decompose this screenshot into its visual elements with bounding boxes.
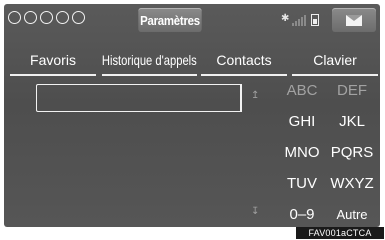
tab-contacts[interactable]: Contacts bbox=[201, 47, 287, 76]
battery-icon bbox=[311, 14, 320, 26]
input-cursor-bar bbox=[240, 84, 242, 112]
radio-dots bbox=[8, 11, 85, 24]
tab-favoris[interactable]: Favoris bbox=[10, 47, 96, 76]
key-mno[interactable]: MNO bbox=[282, 140, 322, 164]
envelope-icon bbox=[346, 14, 362, 26]
key-digits[interactable]: 0–9 bbox=[282, 202, 322, 226]
key-ghi[interactable]: GHI bbox=[282, 109, 322, 133]
number-input[interactable] bbox=[36, 84, 241, 112]
tab-label: Clavier bbox=[313, 52, 357, 68]
scroll-down-icon[interactable]: ↧ bbox=[251, 206, 259, 217]
dot-icon bbox=[72, 11, 85, 24]
key-abc[interactable]: ABC bbox=[282, 78, 322, 102]
key-def[interactable]: DEF bbox=[332, 78, 372, 102]
figure-id-label: FAV001aCTCA bbox=[296, 227, 384, 239]
tab-clavier[interactable]: Clavier bbox=[292, 47, 378, 76]
dot-icon bbox=[40, 11, 53, 24]
key-wxyz[interactable]: WXYZ bbox=[330, 171, 373, 195]
status-icons: ✱ bbox=[281, 12, 320, 26]
dot-icon bbox=[8, 11, 21, 24]
tab-label: Historique d'appels bbox=[102, 52, 197, 68]
tab-label: Contacts bbox=[216, 52, 272, 68]
signal-icon bbox=[292, 15, 307, 26]
settings-button[interactable]: Paramètres bbox=[138, 8, 202, 32]
key-other[interactable]: Autre bbox=[332, 202, 372, 226]
scroll-up-icon[interactable]: ↥ bbox=[251, 90, 259, 101]
dot-icon bbox=[56, 11, 69, 24]
key-tuv[interactable]: TUV bbox=[282, 171, 322, 195]
tab-label: Favoris bbox=[30, 52, 76, 68]
bluetooth-icon: ✱ bbox=[281, 13, 290, 24]
phone-screen: Paramètres ✱ Favoris Historique d'appels… bbox=[4, 4, 380, 227]
mail-button[interactable] bbox=[332, 8, 376, 32]
tab-historique[interactable]: Historique d'appels bbox=[102, 47, 197, 76]
key-jkl[interactable]: JKL bbox=[332, 109, 372, 133]
dot-icon bbox=[24, 11, 37, 24]
key-pqrs[interactable]: PQRS bbox=[331, 140, 374, 164]
